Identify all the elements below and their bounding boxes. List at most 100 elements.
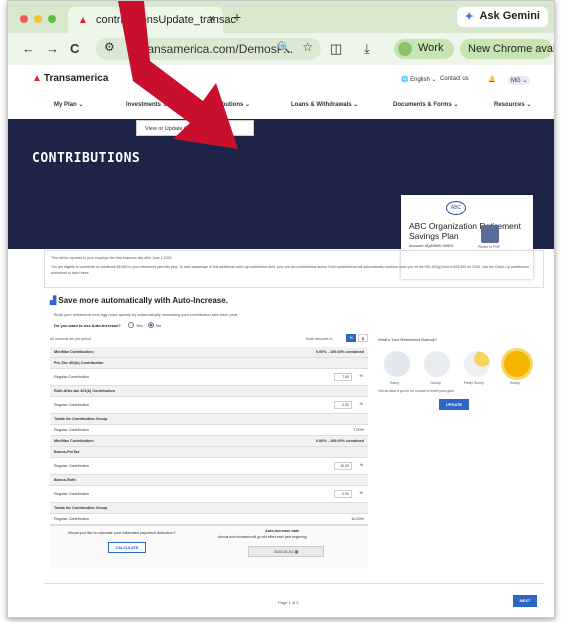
browser-toolbar: ← → C ⚙ transamerica.com/DemosP... 🔍 ☆ ◫… xyxy=(8,33,554,65)
nav-loans-withdrawals[interactable]: Loans & Withdrawals ⌄ xyxy=(291,101,358,108)
auto-increase-yes-radio[interactable] xyxy=(128,322,134,328)
update-button[interactable]: UPDATE xyxy=(439,399,469,410)
nav-resources[interactable]: Resources ⌄ xyxy=(494,101,531,108)
bookmark-star-icon[interactable]: ☆ xyxy=(302,40,313,54)
table-row: Roth After-tax 401(k) Contribution xyxy=(50,386,368,397)
language-selector[interactable]: 🌐 English ⌄ xyxy=(401,76,437,83)
table-row: Regular Contribution 10.00% xyxy=(50,458,368,475)
outlook-title: What's Your Retirement Outlook? xyxy=(378,337,438,342)
notice-line-2: You are eligible to contribute an additi… xyxy=(51,265,529,275)
contact-us-link[interactable]: Contact us xyxy=(440,76,469,82)
contribution-input[interactable]: 0.00 xyxy=(334,401,352,409)
nav-investments[interactable]: Investments ⌄ xyxy=(126,101,168,108)
user-menu[interactable]: MG ⌄ xyxy=(508,76,531,85)
tab-close-icon[interactable]: × xyxy=(209,13,215,25)
maximize-window-dot[interactable] xyxy=(48,15,56,23)
new-tab-button[interactable]: + xyxy=(233,9,241,25)
account-number: Account #QA0000 00001 xyxy=(409,243,454,248)
nav-contributions[interactable]: Contributions ⌄ xyxy=(204,101,250,108)
row-label: Min/Max Contribution: xyxy=(54,350,95,354)
browser-window: ▲ contributionsUpdate_transac × + ✦ Ask … xyxy=(7,0,555,618)
transamerica-logo[interactable]: ▲ Transamerica xyxy=(32,73,108,84)
ask-gemini-button[interactable]: ✦ Ask Gemini xyxy=(457,7,548,27)
nav-documents-forms[interactable]: Documents & Forms ⌄ xyxy=(393,101,458,108)
nav-my-plan[interactable]: My Plan ⌄ xyxy=(54,101,83,108)
back-button[interactable]: ← xyxy=(22,41,35,56)
browser-tab[interactable]: ▲ contributionsUpdate_transac × xyxy=(68,7,236,33)
cloudy-icon[interactable] xyxy=(424,351,450,377)
date-value: 2026-01-01 xyxy=(273,550,294,554)
contribution-input[interactable]: 10.00 xyxy=(334,462,352,470)
contribution-table: Min/Max Contribution: 0.00% - 100.00% com… xyxy=(50,347,368,569)
auto-increase-date-desc: Annual auto increases will go into effec… xyxy=(218,535,308,539)
next-button[interactable]: NEXT xyxy=(513,595,537,607)
row-label: Pre-Tax 401(k) Contribution xyxy=(54,361,104,365)
profile-avatar-icon xyxy=(398,42,412,56)
address-bar[interactable]: ⚙ transamerica.com/DemosP... 🔍 ☆ xyxy=(96,38,321,60)
table-row: Regular Contribution 0.00% xyxy=(50,397,368,414)
row-label: Totals for Contribution Group xyxy=(54,506,108,510)
sunny-icon[interactable] xyxy=(504,351,530,377)
reload-button[interactable]: C xyxy=(70,41,79,56)
table-row: Bonus-Roth xyxy=(50,475,368,486)
print-to-pdf-icon[interactable] xyxy=(481,225,499,243)
table-row: Totals for Contribution Group xyxy=(50,414,368,425)
notification-icon[interactable]: 🔔 xyxy=(488,76,495,83)
zoom-icon[interactable]: 🔍 xyxy=(277,41,291,54)
nav-label: Investments xyxy=(126,102,162,108)
sunny-label: Sunny xyxy=(510,381,520,385)
page-indicator: Page 1 of 3 xyxy=(278,600,299,605)
row-label: Min/Max Contribution: xyxy=(54,439,95,443)
auto-increase-date-input[interactable]: 2026-01-01 ▦ xyxy=(248,546,324,557)
percent-unit: % xyxy=(359,402,363,406)
download-icon[interactable]: ⤓ xyxy=(364,41,370,57)
row-value: 0.00% - 100.00% combined xyxy=(315,439,364,443)
auto-title-text: Save more automatically with Auto-Increa… xyxy=(58,296,228,305)
partly-sunny-icon[interactable] xyxy=(464,351,490,377)
reading-mode-icon[interactable]: ◫ xyxy=(330,41,342,57)
site-header: ▲ Transamerica 🌐 English ⌄ Contact us 🔔 M… xyxy=(8,65,554,119)
transamerica-favicon-icon: ▲ xyxy=(78,15,88,26)
calculate-button[interactable]: CALCULATE xyxy=(108,542,146,553)
row-label: Bonus-Roth xyxy=(54,478,76,482)
site-settings-icon[interactable]: ⚙ xyxy=(104,40,115,54)
dollar-toggle[interactable]: $ xyxy=(358,334,368,342)
amounts-note: All amounts are per period. xyxy=(50,337,93,341)
row-label: Regular Contribution xyxy=(54,375,89,379)
row-label: Roth After-tax 401(k) Contribution xyxy=(54,389,116,393)
row-label: Totals for Contribution Group xyxy=(54,417,108,421)
contribution-input[interactable]: 7.00 xyxy=(334,373,352,381)
contribution-input[interactable]: 0.00 xyxy=(334,490,352,498)
row-label: Regular Contribution xyxy=(54,464,89,468)
partly-sunny-label: Partly Sunny xyxy=(464,381,484,385)
retirement-outlook-panel: What's Your Retirement Outlook? Rainy Cl… xyxy=(378,337,538,410)
table-row: Regular Contribution 7.00% xyxy=(50,369,368,386)
tab-bar: ▲ contributionsUpdate_transac × + ✦ Ask … xyxy=(8,1,554,33)
row-value: 10.00% xyxy=(351,517,364,521)
hero-banner: CONTRIBUTIONS ABC ABC Organization Retir… xyxy=(8,119,554,279)
row-label: Regular Contribution xyxy=(54,492,89,496)
percent-toggle[interactable]: % xyxy=(346,334,356,342)
user-initials: MG xyxy=(511,78,521,84)
ask-gemini-label: Ask Gemini xyxy=(479,10,540,22)
profile-work-button[interactable]: Work xyxy=(394,39,454,59)
logo-mark-icon: ▲ xyxy=(32,73,42,84)
chart-icon: ▟ xyxy=(50,296,57,305)
calendar-icon: ▦ xyxy=(294,550,299,554)
new-chrome-available-button[interactable]: New Chrome available ⋮ xyxy=(460,39,554,59)
rainy-icon[interactable] xyxy=(384,351,410,377)
percent-unit: % xyxy=(359,491,363,495)
row-label: Regular Contribution xyxy=(54,403,89,407)
contributions-dropdown-item[interactable]: View or Update Contributions xyxy=(136,120,254,136)
nav-label: Contributions xyxy=(204,102,244,108)
print-to-pdf-label: Printer to PDF xyxy=(478,245,501,249)
auto-increase-no-radio[interactable] xyxy=(148,322,154,328)
forward-button[interactable]: → xyxy=(46,41,59,56)
minimize-window-dot[interactable] xyxy=(34,15,42,23)
work-label: Work xyxy=(418,42,444,54)
auto-increase-title: ▟ Save more automatically with Auto-Incr… xyxy=(50,296,228,305)
close-window-dot[interactable] xyxy=(20,15,28,23)
calc-question: Would you like to calculate your estimat… xyxy=(68,531,176,535)
percent-unit: % xyxy=(359,463,363,467)
auto-yes-label: Yes xyxy=(136,323,143,328)
